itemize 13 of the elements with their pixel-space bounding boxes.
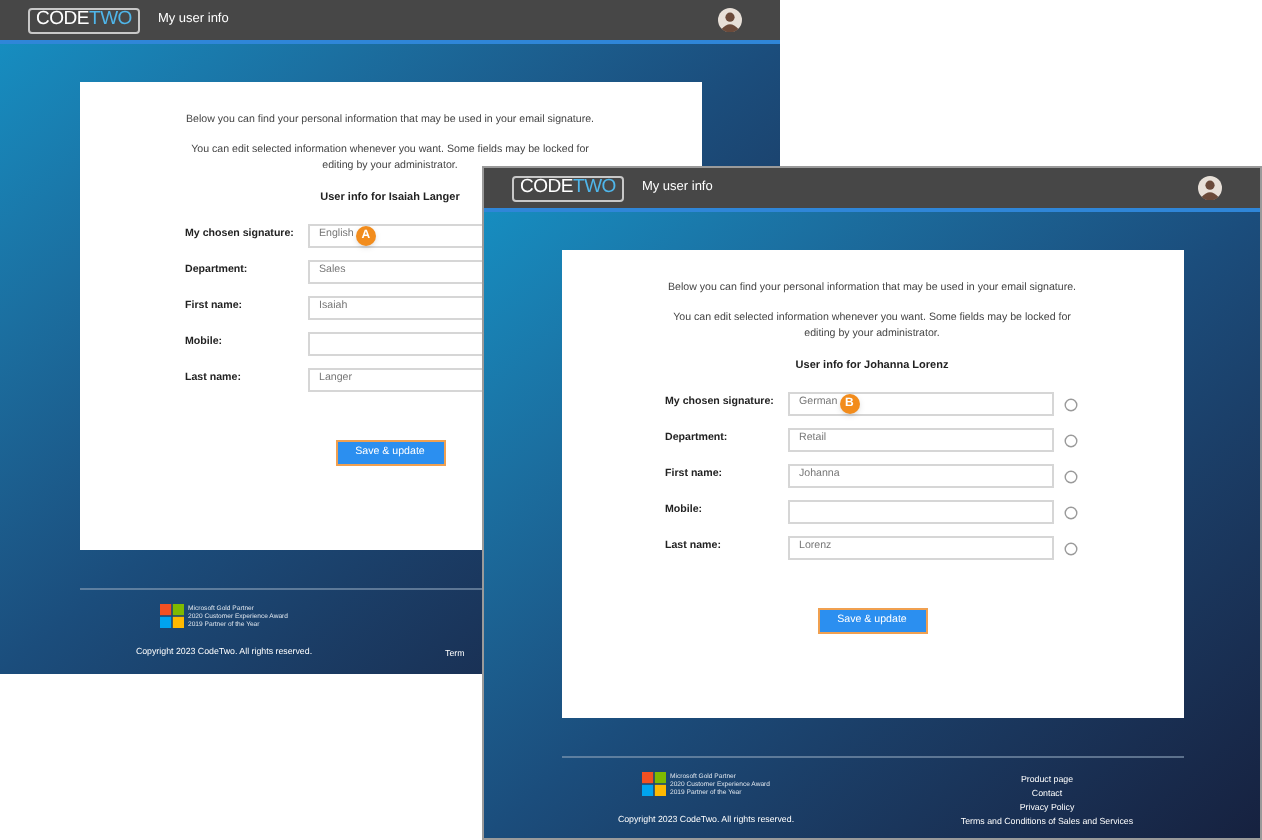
avatar-icon[interactable] xyxy=(718,8,742,32)
input-field[interactable] xyxy=(787,500,1053,525)
refresh-icon[interactable] xyxy=(1063,505,1077,520)
codetwo-logo[interactable]: CODETWO xyxy=(512,175,624,201)
refresh-icon[interactable] xyxy=(1063,541,1077,556)
input-field[interactable] xyxy=(307,332,483,357)
windows-logo-icon xyxy=(642,772,666,796)
refresh-icon[interactable] xyxy=(1063,397,1077,412)
codetwo-logo[interactable]: CODETWO xyxy=(28,7,140,33)
windows-logo-icon xyxy=(160,604,184,628)
refresh-icon[interactable] xyxy=(1063,433,1077,448)
refresh-icon[interactable] xyxy=(1063,469,1077,484)
avatar-icon[interactable] xyxy=(1198,176,1222,200)
